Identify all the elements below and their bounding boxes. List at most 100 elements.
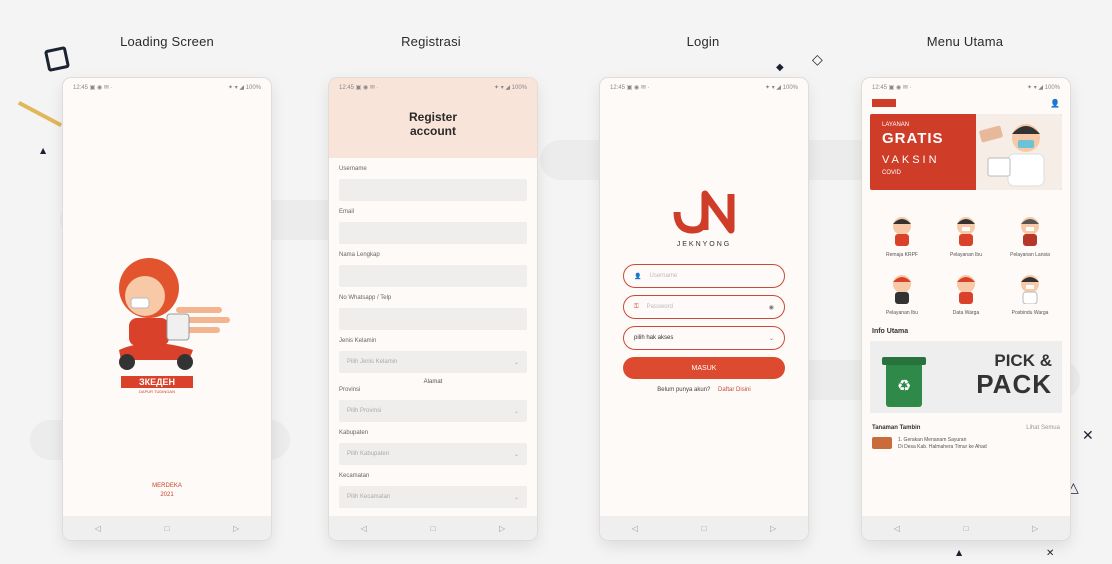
recent-apps-icon[interactable]: ▷: [233, 524, 239, 533]
register-links: Belum punya akun? Daftar Disini: [600, 387, 808, 393]
splash-footer-line1: MERDEKA: [152, 483, 182, 489]
vaccine-banner[interactable]: LAYANAN GRATIS VAKSIN COVID: [870, 114, 1062, 190]
menu-item[interactable]: Pelayanan Lansia: [998, 214, 1062, 258]
chevron-down-icon: ⌄: [513, 359, 519, 366]
home-icon[interactable]: □: [702, 524, 707, 533]
menu-item[interactable]: Data Warga: [934, 272, 998, 316]
gender-select[interactable]: Pilih Jenis Kelamin ⌄: [339, 351, 527, 373]
diamond-icon: ◇: [812, 52, 823, 68]
district-field: Kecamatan Pilih Kecamatan ⌄: [329, 473, 537, 508]
user-icon: 👤: [634, 273, 642, 280]
status-left: 12:45 ▣ ◉ ✉ ·: [73, 84, 113, 91]
phone-registration: 12:45 ▣ ◉ ✉ · ✦ ▾ ◢ 100% Register accoun…: [329, 78, 537, 540]
registration-title: Register account: [408, 110, 458, 138]
splash-footer-line2: 2021: [160, 492, 174, 498]
menu-item[interactable]: Pelayanan Ibu: [870, 272, 934, 316]
gender-placeholder: Pilih Jenis Kelamin: [347, 359, 398, 365]
status-left: 12:45 ▣ ◉ ✉ ·: [610, 84, 650, 91]
role-select[interactable]: pilih hak akses ⌄: [623, 326, 785, 350]
key-icon: ⚿: [634, 303, 639, 310]
phone-login: 12:45 ▣ ◉ ✉ · ✦ ▾ ◢ 100% JEKNYONG 👤 User…: [600, 78, 808, 540]
username-input[interactable]: 👤 Username: [623, 264, 785, 288]
news-item[interactable]: 1. Gerakan Menanam Sayuran Di Desa Kab. …: [862, 431, 1070, 451]
menu-screen-title: Menu Utama: [926, 34, 1004, 49]
recent-apps-icon[interactable]: ▷: [1032, 524, 1038, 533]
avatar-icon: [893, 217, 911, 246]
province-field: Provinsi Pilih Provinsi ⌄: [329, 387, 537, 422]
status-bar: 12:45 ▣ ◉ ✉ · ✦ ▾ ◢ 100%: [63, 78, 271, 96]
info-section-title: Info Utama: [872, 328, 909, 335]
loading-screen-title: Loading Screen: [120, 34, 214, 49]
province-label: Provinsi: [339, 387, 361, 393]
menu-item[interactable]: Posbindu Warga: [998, 272, 1062, 316]
close-deco-icon: ✕: [1046, 548, 1055, 559]
menu-item[interactable]: Pelayanan Ibu: [934, 214, 998, 258]
phone-field: No Whatsapp / Telp: [329, 295, 537, 330]
city-label: Kabupaten: [339, 430, 369, 436]
info-word1: PICK &: [994, 351, 1052, 370]
district-select[interactable]: Pilih Kecamatan ⌄: [339, 486, 527, 508]
registration-header: 12:45 ▣ ◉ ✉ · ✦ ▾ ◢ 100% Register accoun…: [329, 78, 537, 158]
username-input[interactable]: [339, 179, 527, 201]
phone-menu: 12:45 ▣ ◉ ✉ · ✦ ▾ ◢ 100% 👤 LAYANAN GRATI…: [862, 78, 1070, 540]
news-title: Tanaman Tambin: [872, 425, 921, 431]
recent-apps-icon[interactable]: ▷: [770, 524, 776, 533]
nav-bar: ◁ □ ▷: [63, 516, 271, 540]
home-icon[interactable]: □: [431, 524, 436, 533]
address-section-label: Alamat: [423, 379, 443, 385]
home-icon[interactable]: □: [165, 524, 170, 533]
nav-bar: ◁ □ ▷: [862, 516, 1070, 540]
home-icon[interactable]: □: [964, 524, 969, 533]
phone-input[interactable]: [339, 308, 527, 330]
recycle-bin-icon: ♻: [882, 357, 926, 407]
loading-brand: ЗКЕДЕН: [138, 377, 176, 387]
province-select[interactable]: Pilih Provinsi ⌄: [339, 400, 527, 422]
register-prompt: Belum punya akun?: [657, 387, 711, 393]
email-input[interactable]: [339, 222, 527, 244]
username-field: Username: [329, 166, 537, 201]
svg-text:♻: ♻: [897, 376, 911, 395]
phone-label: No Whatsapp / Telp: [339, 295, 392, 301]
news-more-link[interactable]: Lihat Semua: [1026, 425, 1060, 431]
status-right: ✦ ▾ ◢ 100%: [494, 84, 527, 91]
chevron-down-icon: ⌄: [513, 494, 519, 501]
back-icon[interactable]: ◁: [894, 524, 900, 533]
password-placeholder: Password: [646, 303, 673, 310]
city-select[interactable]: Pilih Kabupaten ⌄: [339, 443, 527, 465]
back-icon[interactable]: ◁: [632, 524, 638, 533]
splash-footer: MERDEKA 2021: [63, 482, 271, 500]
login-button[interactable]: MASUK: [623, 357, 785, 379]
menu-header: 👤: [862, 96, 1070, 110]
email-label: Email: [339, 209, 355, 215]
pick-pack-banner[interactable]: ♻ PICK & PACK: [870, 341, 1062, 413]
register-link[interactable]: Daftar Disini: [718, 387, 751, 393]
registration-screen-title: Registrasi: [401, 34, 461, 49]
status-bar: 12:45 ▣ ◉ ✉ · ✦ ▾ ◢ 100%: [329, 78, 537, 96]
login-screen-title: Login: [686, 34, 720, 49]
district-label: Kecamatan: [339, 473, 370, 479]
password-input[interactable]: ⚿ Password ◉: [623, 295, 785, 319]
user-icon[interactable]: 👤: [1050, 99, 1060, 108]
menu-item[interactable]: Remaja KRPF: [870, 214, 934, 258]
nav-bar: ◁ □ ▷: [600, 516, 808, 540]
back-icon[interactable]: ◁: [361, 524, 367, 533]
back-icon[interactable]: ◁: [95, 524, 101, 533]
avatar-icon: [957, 275, 975, 304]
mascot-logo: ЗКЕДЕН DAPUR TUDINGAN: [101, 248, 231, 398]
banner-line2: GRATIS: [882, 130, 944, 147]
email-field: Email: [329, 209, 537, 244]
doctor-illustration-icon: [976, 114, 1062, 190]
recent-apps-icon[interactable]: ▷: [499, 524, 505, 533]
fullname-input[interactable]: [339, 265, 527, 287]
loading-tagline: DAPUR TUDINGAN: [139, 389, 175, 394]
avatar-icon: [893, 275, 911, 304]
news-line1: 1. Gerakan Menanam Sayuran: [898, 437, 967, 443]
city-field: Kabupaten Pilih Kabupaten ⌄: [329, 430, 537, 465]
status-right: ✦ ▾ ◢ 100%: [765, 84, 798, 91]
gender-field: Jenis Kelamin Pilih Jenis Kelamin ⌄: [329, 338, 537, 373]
chevron-down-icon: ⌄: [513, 408, 519, 415]
menu-item-label: Posbindu Warga: [1011, 310, 1049, 316]
dot-icon: ▲: [956, 548, 963, 557]
eye-icon[interactable]: ◉: [769, 304, 774, 311]
jn-logo: JEKNYONG: [600, 190, 808, 248]
